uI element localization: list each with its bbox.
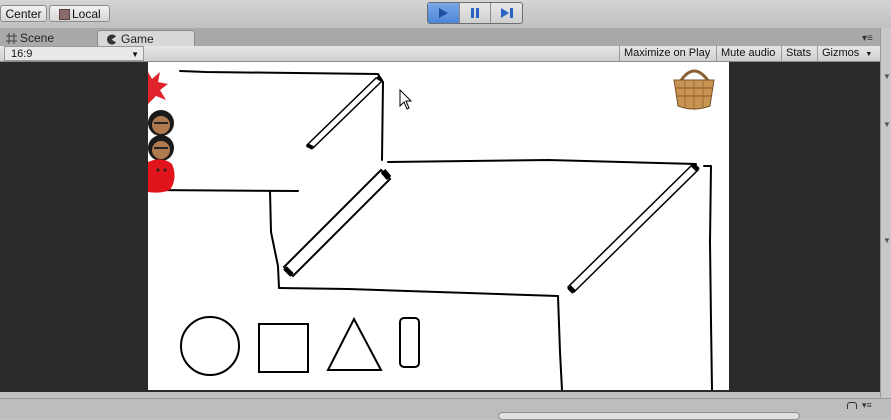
space-toggle-label: Local: [72, 7, 101, 21]
gizmos-label: Gizmos: [822, 47, 860, 59]
cube-icon: [59, 9, 70, 20]
aspect-ratio-value: 16:9: [11, 48, 33, 60]
game-view-toolbar: 16:9 ▼ Maximize on Play Mute audio Stats…: [0, 46, 880, 62]
chevron-down-icon: ▼: [131, 50, 139, 59]
tab-scene[interactable]: Scene: [4, 30, 94, 46]
pencil-sprite: [305, 75, 384, 150]
play-icon: [439, 8, 449, 18]
pivot-toggle-label: Center: [5, 7, 42, 21]
triangle-shape: [326, 316, 383, 371]
wall-line: [148, 189, 299, 192]
panel-menu-icon[interactable]: ▾≡: [862, 400, 872, 411]
rounded-rectangle-shape: [399, 317, 420, 368]
playback-controls: [427, 2, 523, 24]
mute-audio-label: Mute audio: [721, 47, 776, 59]
red-flower-sprite: [148, 72, 168, 104]
view-tab-bar: Scene Game ▾≡: [0, 28, 891, 46]
aspect-ratio-dropdown[interactable]: 16:9 ▼: [4, 46, 144, 61]
grid-icon: [6, 33, 17, 44]
pacman-icon: [107, 34, 116, 45]
wall-line: [179, 70, 384, 161]
lock-icon[interactable]: [847, 402, 857, 409]
step-button[interactable]: [491, 3, 522, 23]
gizmos-toggle[interactable]: Gizmos ▼: [817, 46, 876, 61]
mouse-cursor-icon: [399, 88, 413, 110]
maximize-on-play-toggle[interactable]: Maximize on Play: [619, 46, 714, 61]
maximize-on-play-label: Maximize on Play: [624, 47, 711, 59]
basket-sprite: [673, 69, 715, 110]
tab-label: Game: [121, 32, 154, 46]
chevron-down-icon: ▼: [865, 51, 873, 58]
game-drawing: [148, 69, 715, 390]
character-head-sprite: [148, 135, 174, 161]
wall-line: [269, 190, 280, 289]
stats-label: Stats: [786, 47, 812, 59]
chevron-down-icon: ▼: [883, 120, 891, 129]
chevron-down-icon: ▼: [883, 72, 891, 81]
pencil-sprite: [566, 163, 700, 294]
status-bar: ▾≡: [0, 398, 891, 420]
scroll-track[interactable]: [498, 412, 800, 420]
panel-menu-icon[interactable]: ▾≡: [862, 33, 873, 44]
circle-shape: [180, 316, 240, 376]
space-toggle-button[interactable]: Local: [49, 5, 110, 22]
play-button[interactable]: [428, 3, 460, 23]
chevron-down-icon: ▼: [883, 236, 891, 245]
pause-button[interactable]: [460, 3, 492, 23]
pause-icon: [471, 8, 479, 18]
mute-audio-toggle[interactable]: Mute audio: [716, 46, 779, 61]
wall-line: [557, 295, 563, 390]
tab-label: Scene: [20, 31, 55, 45]
square-shape: [258, 323, 309, 373]
wall-line: [703, 165, 713, 390]
wall-line: [387, 159, 697, 165]
right-side-panel: ▼ ▼ ▼: [880, 28, 891, 398]
step-icon: [500, 8, 513, 18]
main-toolbar: Center Local: [0, 0, 891, 29]
red-character-sprite: [148, 159, 175, 193]
character-head-sprite: [148, 110, 174, 136]
stats-toggle[interactable]: Stats: [781, 46, 815, 61]
tab-game[interactable]: Game: [97, 30, 195, 46]
pivot-toggle-button[interactable]: Center: [0, 5, 47, 22]
game-canvas[interactable]: [148, 62, 729, 390]
pencil-sprite: [282, 168, 392, 278]
wall-line: [278, 287, 559, 297]
